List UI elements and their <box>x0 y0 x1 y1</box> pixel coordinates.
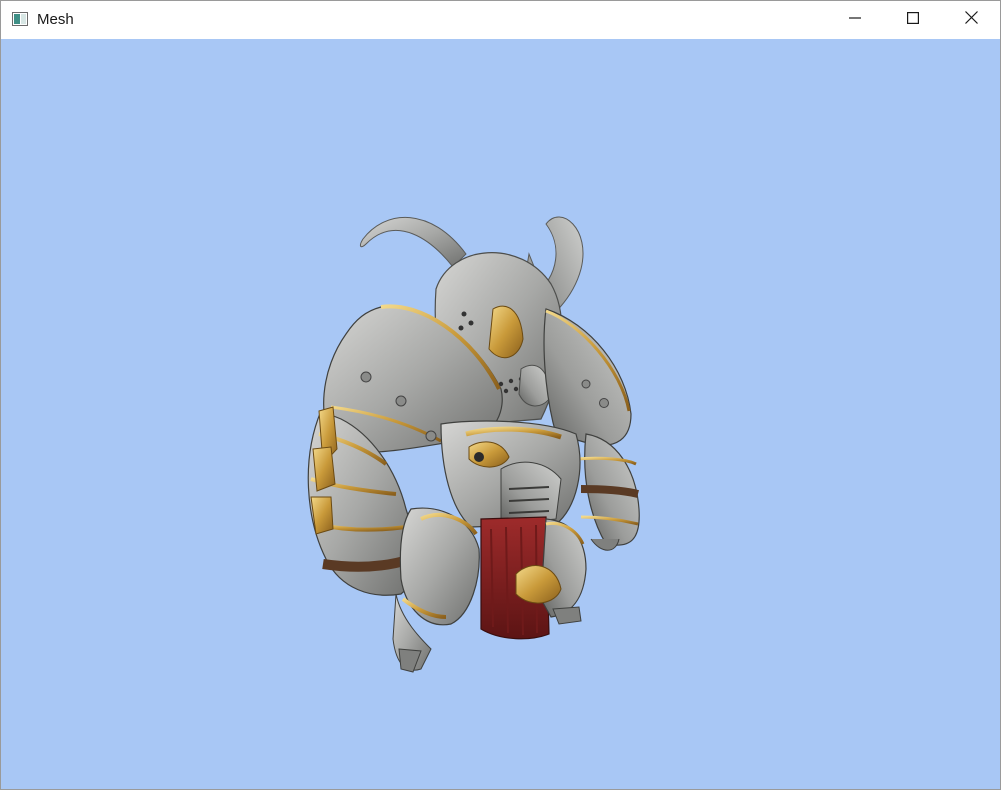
app-window: Mesh <box>0 0 1001 790</box>
title-bar[interactable]: Mesh <box>1 1 1000 39</box>
close-icon <box>964 11 978 29</box>
render-viewport[interactable] <box>1 39 1000 789</box>
maximize-button[interactable] <box>884 1 942 39</box>
close-button[interactable] <box>942 1 1000 39</box>
knight-model <box>1 39 1000 789</box>
window-app-icon <box>12 12 28 26</box>
minimize-icon <box>849 11 861 29</box>
window-title: Mesh <box>37 11 74 28</box>
maximize-icon <box>907 11 920 29</box>
minimize-button[interactable] <box>826 1 884 39</box>
